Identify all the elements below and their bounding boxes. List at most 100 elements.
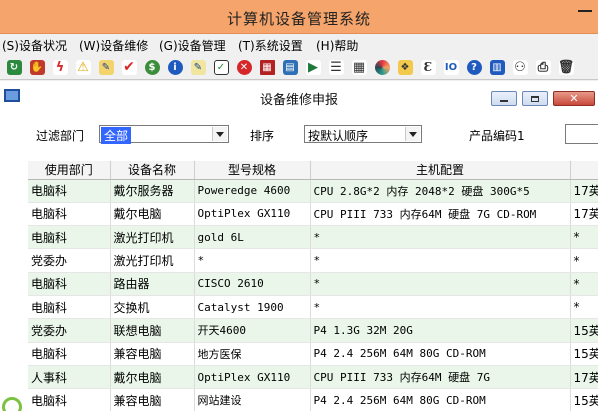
app-title-bar: 计算机设备管理系统 <box>0 0 598 34</box>
repair-request-window: 设备维修申报 ✕ 过滤部门 全部 排序 按默认顺序 产品编码1 使用部门 设备名… <box>0 81 598 411</box>
minimize-icon <box>500 99 508 102</box>
maximize-icon <box>531 95 539 102</box>
chevron-down-icon[interactable] <box>405 127 420 141</box>
money-bag-icon[interactable]: $ <box>143 58 161 76</box>
info-icon[interactable]: i <box>166 58 184 76</box>
cell-model: OptiPlex GX110 <box>194 202 311 227</box>
list-icon[interactable]: ☰ <box>327 58 345 76</box>
e-text-icon[interactable]: Ɛ <box>419 58 437 76</box>
cell-department: 电脑科 <box>28 225 111 250</box>
column-header-extra[interactable] <box>570 161 598 180</box>
check-icon[interactable]: ✔ <box>120 58 138 76</box>
product-code-label: 产品编码1 <box>469 129 525 143</box>
cell-extra: 15英 <box>570 318 598 343</box>
warning-icon[interactable]: ⚠ <box>74 58 92 76</box>
table-row[interactable]: 党委办 激光打印机 * * * <box>28 248 598 273</box>
menu-system-settings[interactable]: (T)系统设置 <box>238 37 303 54</box>
column-header-department[interactable]: 使用部门 <box>28 161 111 180</box>
table-row[interactable]: 电脑科 交换机 Catalyst 1900 * * <box>28 295 598 320</box>
sort-label: 排序 <box>250 129 275 143</box>
app-title: 计算机设备管理系统 <box>226 10 371 28</box>
cell-model: OptiPlex GX110 <box>194 365 311 390</box>
menu-help[interactable]: (H)帮助 <box>316 37 358 54</box>
column-header-device-name[interactable]: 设备名称 <box>110 161 195 180</box>
cell-device-name: 兼容电脑 <box>110 342 195 366</box>
repair-table[interactable]: 使用部门 设备名称 型号规格 主机配置 电脑科 戴尔服务器 Poweredge … <box>28 161 598 411</box>
database-icon[interactable]: ▤ <box>281 58 299 76</box>
refresh-icon[interactable]: ↻ <box>5 58 23 76</box>
grid-icon[interactable]: ▦ <box>350 58 368 76</box>
child-close-button[interactable]: ✕ <box>553 91 595 106</box>
menu-device-management[interactable]: (G)设备管理 <box>159 37 226 54</box>
menu-device-status[interactable]: (S)设备状况 <box>2 37 67 54</box>
cell-device-name: 激光打印机 <box>110 225 195 250</box>
table-row[interactable]: 电脑科 戴尔服务器 Poweredge 4600 CPU 2.8G*2 内存 2… <box>28 179 598 203</box>
column-header-model[interactable]: 型号规格 <box>194 161 311 180</box>
cell-model: gold 6L <box>194 225 311 250</box>
table-header-row: 使用部门 设备名称 型号规格 主机配置 <box>28 161 598 180</box>
play-icon[interactable]: ▶ <box>304 58 322 76</box>
io-icon[interactable]: IO <box>442 58 460 76</box>
cell-device-name: 戴尔电脑 <box>110 202 195 227</box>
cell-device-name: 戴尔电脑 <box>110 365 195 390</box>
notepad-edit-icon[interactable]: ✎ <box>189 58 207 76</box>
cell-extra: * <box>570 248 598 273</box>
sort-select[interactable]: 按默认顺序 <box>304 125 422 143</box>
book-icon[interactable]: ▥ <box>488 58 506 76</box>
cell-model: 开天4600 <box>194 318 311 343</box>
cell-department: 电脑科 <box>28 272 111 296</box>
dept-filter-value: 全部 <box>101 127 132 144</box>
logo-ring-icon <box>2 397 22 411</box>
edit-icon[interactable]: ✎ <box>97 58 115 76</box>
lightning-icon[interactable]: ϟ <box>51 58 69 76</box>
question-icon[interactable]: ? <box>465 58 483 76</box>
dept-filter-select[interactable]: 全部 <box>99 125 229 144</box>
cell-device-name: 路由器 <box>110 272 195 296</box>
watermark-logo <box>0 393 200 411</box>
tags-icon[interactable]: ❖ <box>396 58 414 76</box>
table-row[interactable]: 电脑科 戴尔电脑 OptiPlex GX110 CPU PIII 733 内存6… <box>28 202 598 227</box>
table-row[interactable]: 电脑科 兼容电脑 地方医保 P4 2.4 256M 64M 80G CD-ROM… <box>28 342 598 366</box>
table-row[interactable]: 人事科 戴尔电脑 OptiPlex GX110 CPU PIII 733 内存6… <box>28 365 598 390</box>
product-code-input[interactable] <box>565 124 598 144</box>
cell-extra: * <box>570 295 598 320</box>
cell-host-config: P4 1.3G 32M 20G <box>310 318 571 343</box>
sort-value: 按默认顺序 <box>308 129 369 143</box>
cell-model: Poweredge 4600 <box>194 179 311 203</box>
cell-host-config: P4 2.4 256M 64M 80G CD-ROM <box>310 388 571 411</box>
checkbox-icon[interactable]: ✓ <box>212 58 230 76</box>
color-wheel-icon[interactable] <box>373 58 391 76</box>
child-maximize-button[interactable] <box>522 91 548 106</box>
table-row[interactable]: 电脑科 激光打印机 gold 6L * * <box>28 225 598 250</box>
minimize-icon <box>578 10 592 12</box>
printer-icon[interactable]: ⎙ <box>534 58 552 76</box>
cell-model: 地方医保 <box>194 342 311 366</box>
window-minimize-button[interactable] <box>570 0 598 28</box>
menu-device-repair[interactable]: (W)设备维修 <box>79 37 148 54</box>
cell-extra: 17英 <box>570 365 598 390</box>
trash-icon[interactable]: 🗑 <box>557 58 575 76</box>
close-circle-icon[interactable]: ✕ <box>235 58 253 76</box>
cell-host-config: * <box>310 295 571 320</box>
table-row[interactable]: 党委办 联想电脑 开天4600 P4 1.3G 32M 20G 15英 <box>28 318 598 343</box>
chevron-down-icon[interactable] <box>212 127 227 141</box>
cell-host-config: CPU 2.8G*2 内存 2048*2 硬盘 300G*5 <box>310 179 571 203</box>
calculator-icon[interactable]: ▦ <box>258 58 276 76</box>
cell-department: 电脑科 <box>28 202 111 227</box>
filter-bar: 过滤部门 全部 排序 按默认顺序 产品编码1 <box>0 119 598 149</box>
cell-host-config: CPU PIII 733 内存64M 硬盘 7G <box>310 365 571 390</box>
cell-host-config: * <box>310 225 571 250</box>
child-title-bar: 设备维修申报 ✕ <box>0 81 598 111</box>
child-minimize-button[interactable] <box>491 91 517 106</box>
cell-device-name: 联想电脑 <box>110 318 195 343</box>
column-header-host-config[interactable]: 主机配置 <box>310 161 571 180</box>
cell-device-name: 戴尔服务器 <box>110 179 195 203</box>
cell-model: Catalyst 1900 <box>194 295 311 320</box>
cell-department: 人事科 <box>28 365 111 390</box>
cell-department: 电脑科 <box>28 179 111 203</box>
stop-icon[interactable]: ✋ <box>28 58 46 76</box>
table-row[interactable]: 电脑科 路由器 CISCO 2610 * * <box>28 272 598 296</box>
cell-department: 党委办 <box>28 318 111 343</box>
network-icon[interactable]: ⚇ <box>511 58 529 76</box>
cell-host-config: CPU PIII 733 内存64M 硬盘 7G CD-ROM <box>310 202 571 227</box>
